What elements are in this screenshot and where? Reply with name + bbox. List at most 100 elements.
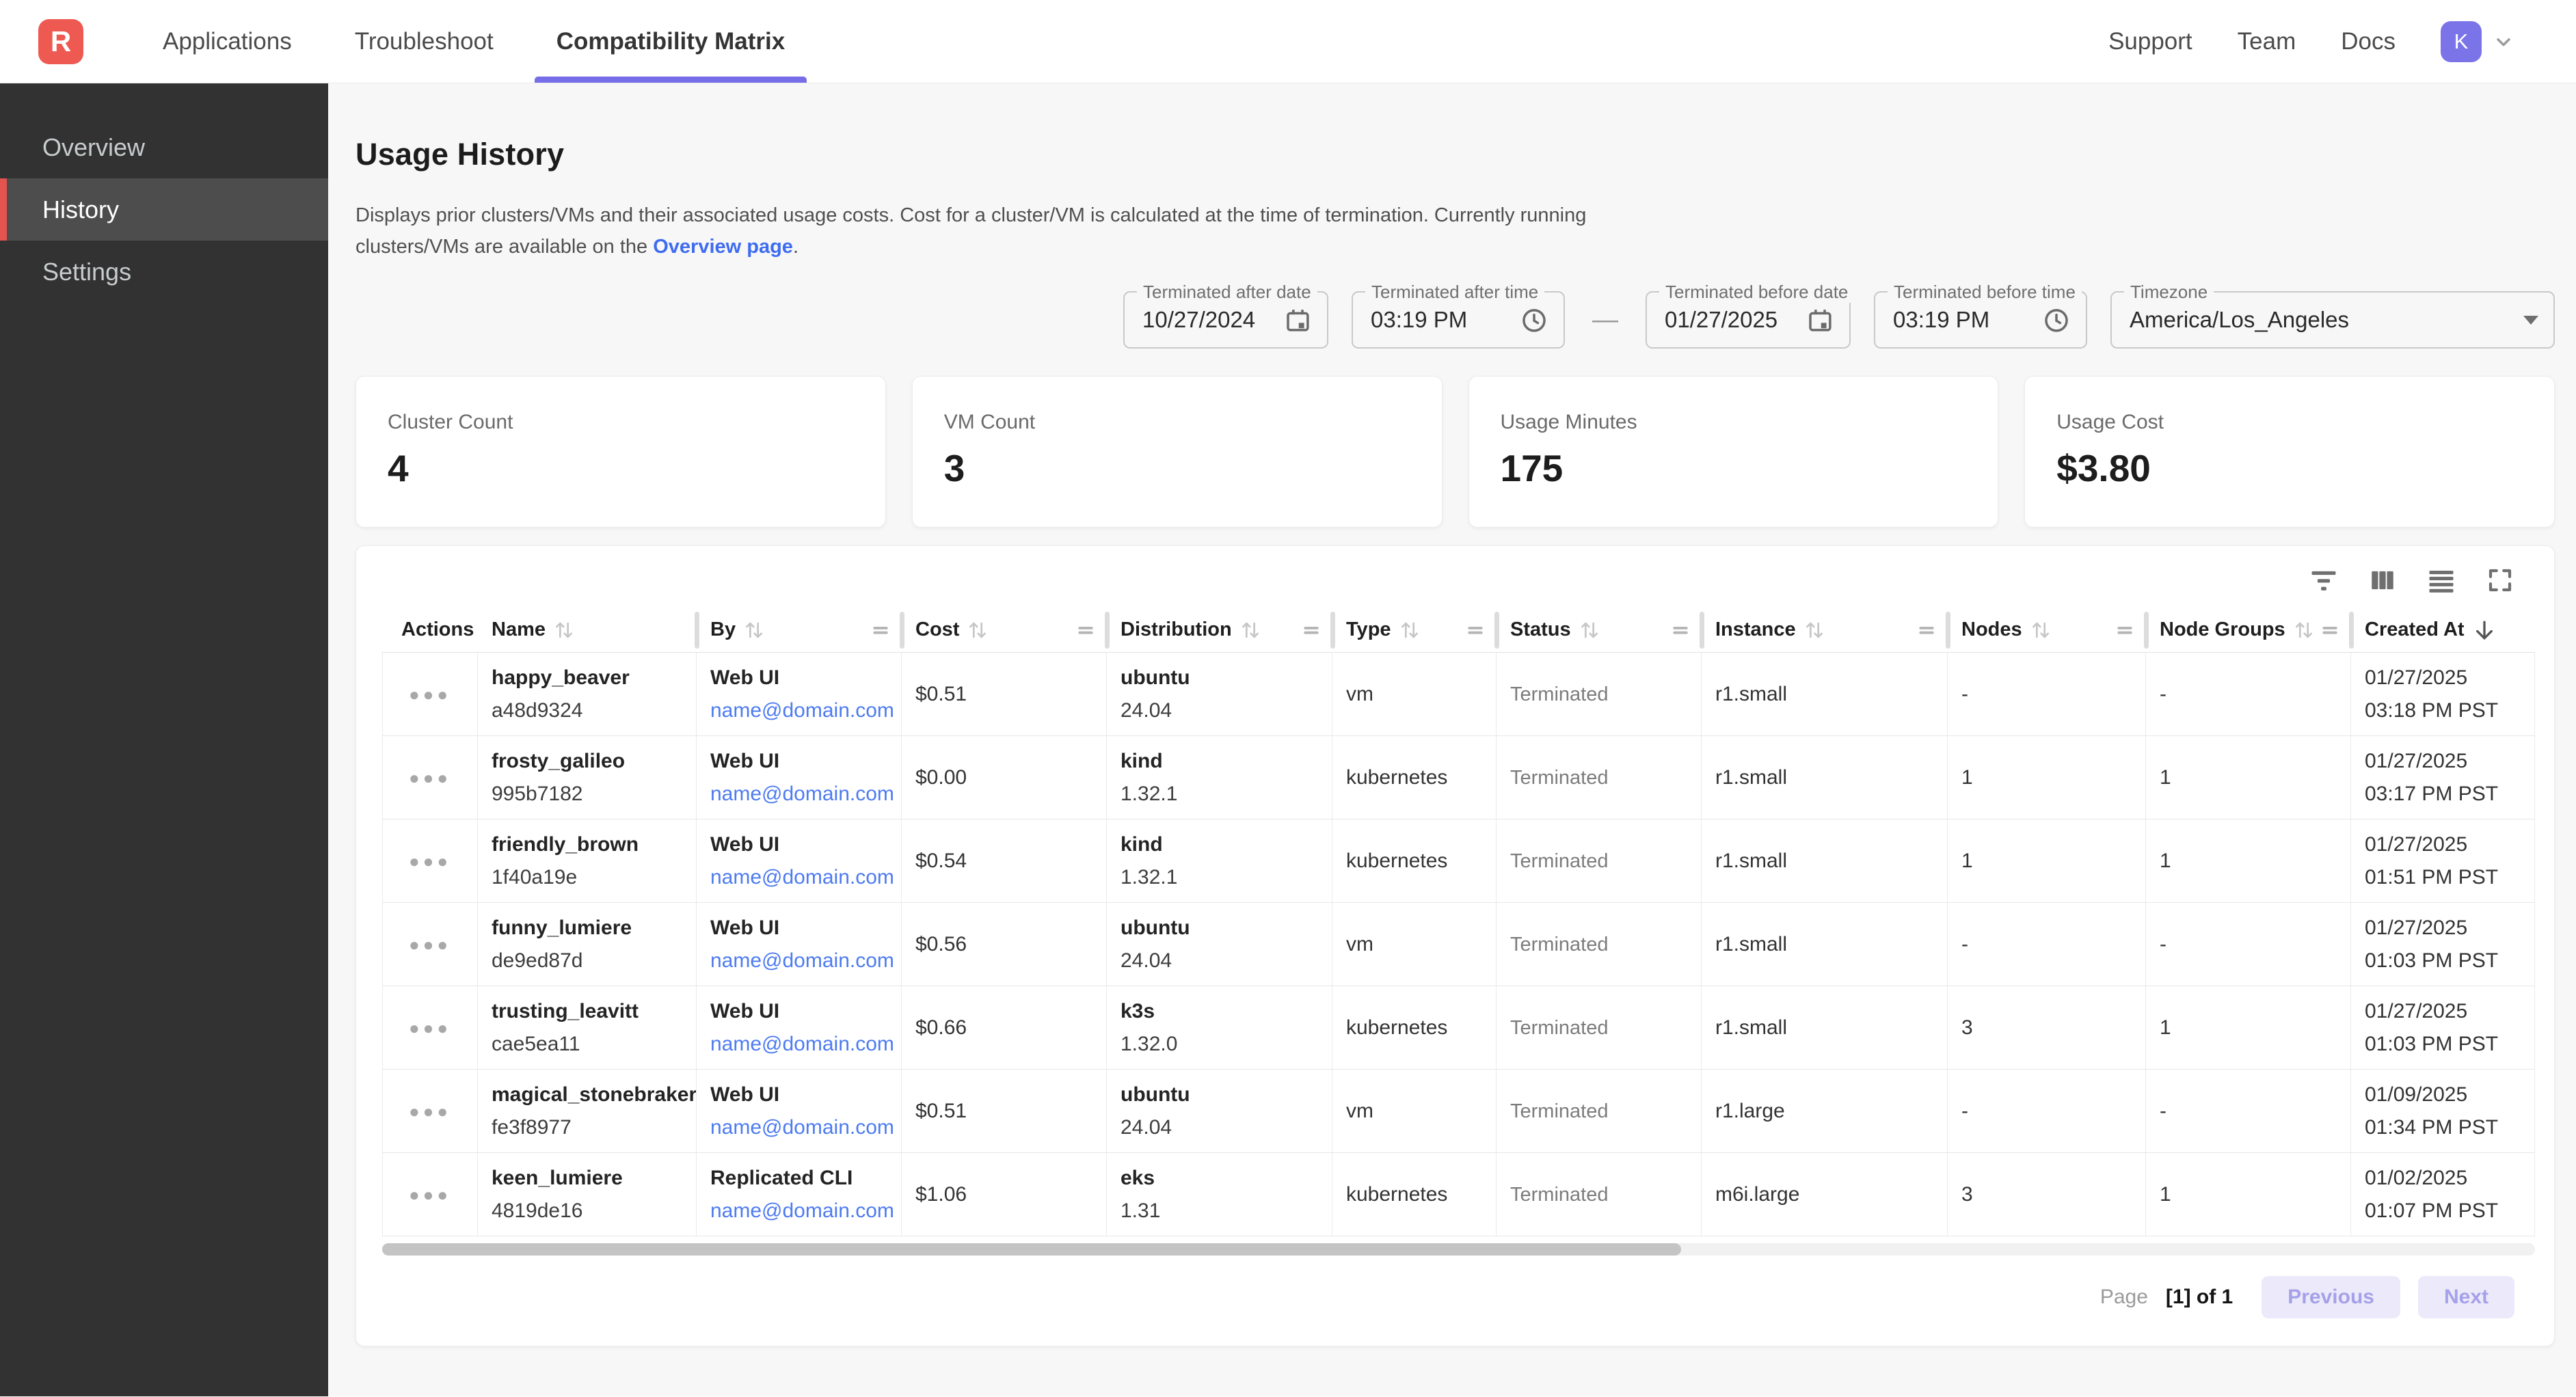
created-by-email-link[interactable]: name@domain.com: [710, 1115, 901, 1141]
created-by-email-link[interactable]: name@domain.com: [710, 781, 901, 807]
previous-page-button[interactable]: Previous: [2262, 1276, 2400, 1318]
nav-item-applications[interactable]: Applications: [131, 0, 323, 83]
cell-actions: ●●●: [382, 653, 478, 735]
cell-created_at: 01/27/202501:03 PM PST: [2351, 986, 2535, 1069]
cell-type: kubernetes: [1332, 736, 1497, 819]
stat-cards: Cluster Count 4 VM Count 3 Usage Minutes…: [355, 376, 2555, 528]
stat-value: $3.80: [2056, 446, 2523, 490]
column-header-instance[interactable]: Instance: [1702, 608, 1948, 652]
grid-toolbar: [382, 562, 2514, 598]
nav-link-docs[interactable]: Docs: [2341, 28, 2396, 55]
cell-distribution: kind1.32.1: [1107, 736, 1332, 819]
row-actions-button[interactable]: ●●●: [409, 769, 451, 787]
field-label: Terminated after time: [1365, 282, 1544, 303]
avatar[interactable]: K: [2441, 21, 2482, 62]
sort-icon: [2292, 619, 2316, 642]
cell-actions: ●●●: [382, 736, 478, 819]
clock-icon[interactable]: [1520, 306, 1548, 334]
created-by-email-link[interactable]: name@domain.com: [710, 1031, 901, 1057]
field-label: Timezone: [2124, 282, 2214, 303]
cell-cost: $0.66: [902, 986, 1107, 1069]
calendar-icon[interactable]: [1283, 306, 1312, 334]
sidebar-item-overview[interactable]: Overview: [0, 116, 328, 178]
row-actions-button[interactable]: ●●●: [409, 936, 451, 953]
sidebar-item-settings[interactable]: Settings: [0, 241, 328, 303]
clock-icon[interactable]: [2042, 306, 2071, 334]
cell-node_groups: 1: [2146, 1153, 2351, 1236]
next-page-button[interactable]: Next: [2418, 1276, 2514, 1318]
timezone-select[interactable]: Timezone America/Los_Angeles: [2110, 291, 2555, 349]
column-menu-icon[interactable]: [1075, 620, 1096, 640]
horizontal-scrollbar-thumb[interactable]: [382, 1243, 1681, 1256]
nav-item-compatibility-matrix[interactable]: Compatibility Matrix: [525, 0, 816, 83]
usage-table-card: ActionsNameByCostDistributionTypeStatusI…: [355, 545, 2555, 1346]
created-by-source: Web UI: [710, 999, 901, 1025]
column-menu-icon[interactable]: [870, 620, 891, 640]
columns-icon[interactable]: [2368, 566, 2397, 595]
column-header-status[interactable]: Status: [1497, 608, 1702, 652]
terminated-before-time-field[interactable]: Terminated before time 03:19 PM: [1874, 291, 2087, 349]
created-time: 01:03 PM PST: [2365, 948, 2534, 974]
sidebar: Overview History Settings: [0, 83, 328, 1396]
cell-name: magical_stonebrakerfe3f8977: [478, 1070, 697, 1152]
created-by-email-link[interactable]: name@domain.com: [710, 948, 901, 974]
pagination: Page [1] of 1 Previous Next: [382, 1276, 2514, 1318]
distribution-name: k3s: [1121, 999, 1332, 1025]
column-header-by[interactable]: By: [697, 608, 902, 652]
sidebar-item-history[interactable]: History: [0, 178, 328, 241]
column-menu-icon[interactable]: [1301, 620, 1321, 640]
calendar-icon[interactable]: [1806, 306, 1834, 334]
node-groups-value: -: [2160, 932, 2350, 958]
column-header-type[interactable]: Type: [1332, 608, 1497, 652]
row-actions-button[interactable]: ●●●: [409, 1102, 451, 1120]
terminated-after-time-field[interactable]: Terminated after time 03:19 PM: [1352, 291, 1565, 349]
terminated-before-date-field[interactable]: Terminated before date 01/27/2025: [1646, 291, 1851, 349]
filter-icon[interactable]: [2309, 566, 2338, 595]
cluster-id: de9ed87d: [492, 948, 696, 974]
nav-item-troubleshoot[interactable]: Troubleshoot: [323, 0, 525, 83]
column-label: Node Groups: [2160, 619, 2285, 641]
cell-created_at: 01/02/202501:07 PM PST: [2351, 1153, 2535, 1236]
fullscreen-icon[interactable]: [2486, 566, 2514, 595]
horizontal-scrollbar-track[interactable]: [382, 1243, 2535, 1256]
app-logo[interactable]: R: [38, 19, 83, 64]
nav-link-support[interactable]: Support: [2108, 28, 2192, 55]
cell-created_at: 01/09/202501:34 PM PST: [2351, 1070, 2535, 1152]
cell-cost: $0.00: [902, 736, 1107, 819]
row-actions-button[interactable]: ●●●: [409, 852, 451, 870]
overview-page-link[interactable]: Overview page: [653, 236, 793, 258]
created-by-email-link[interactable]: name@domain.com: [710, 1198, 901, 1224]
column-header-created_at[interactable]: Created At: [2351, 608, 2535, 652]
column-header-nodes[interactable]: Nodes: [1948, 608, 2146, 652]
cell-actions: ●●●: [382, 819, 478, 902]
terminated-after-date-field[interactable]: Terminated after date 10/27/2024: [1123, 291, 1328, 349]
distribution-version: 1.32.0: [1121, 1031, 1332, 1057]
column-menu-icon[interactable]: [1916, 620, 1937, 640]
table-row: ●●●funny_lumierede9ed87dWeb UIname@domai…: [382, 903, 2535, 986]
column-header-node_groups[interactable]: Node Groups: [2146, 608, 2351, 652]
cell-instance: r1.small: [1702, 653, 1948, 735]
row-actions-button[interactable]: ●●●: [409, 686, 451, 703]
column-menu-icon[interactable]: [1670, 620, 1691, 640]
density-icon[interactable]: [2427, 566, 2456, 595]
row-actions-button[interactable]: ●●●: [409, 1186, 451, 1204]
created-date: 01/27/2025: [2365, 665, 2534, 691]
user-menu[interactable]: K: [2441, 21, 2514, 62]
nav-link-team[interactable]: Team: [2238, 28, 2296, 55]
created-by-email-link[interactable]: name@domain.com: [710, 865, 901, 891]
cell-by: Web UI name@domain.com: [697, 986, 902, 1069]
column-header-cost[interactable]: Cost: [902, 608, 1107, 652]
column-menu-icon[interactable]: [1465, 620, 1486, 640]
row-actions-button[interactable]: ●●●: [409, 1019, 451, 1037]
node-groups-value: 1: [2160, 765, 2350, 791]
created-by-email-link[interactable]: name@domain.com: [710, 698, 901, 724]
instance-value: r1.small: [1715, 1015, 1947, 1041]
nodes-value: 3: [1961, 1015, 2145, 1041]
cell-nodes: 3: [1948, 1153, 2146, 1236]
created-by-source: Web UI: [710, 748, 901, 774]
cell-distribution: ubuntu24.04: [1107, 1070, 1332, 1152]
column-menu-icon[interactable]: [2320, 620, 2340, 640]
column-header-name[interactable]: Name: [478, 608, 697, 652]
column-header-distribution[interactable]: Distribution: [1107, 608, 1332, 652]
column-menu-icon[interactable]: [2115, 620, 2135, 640]
